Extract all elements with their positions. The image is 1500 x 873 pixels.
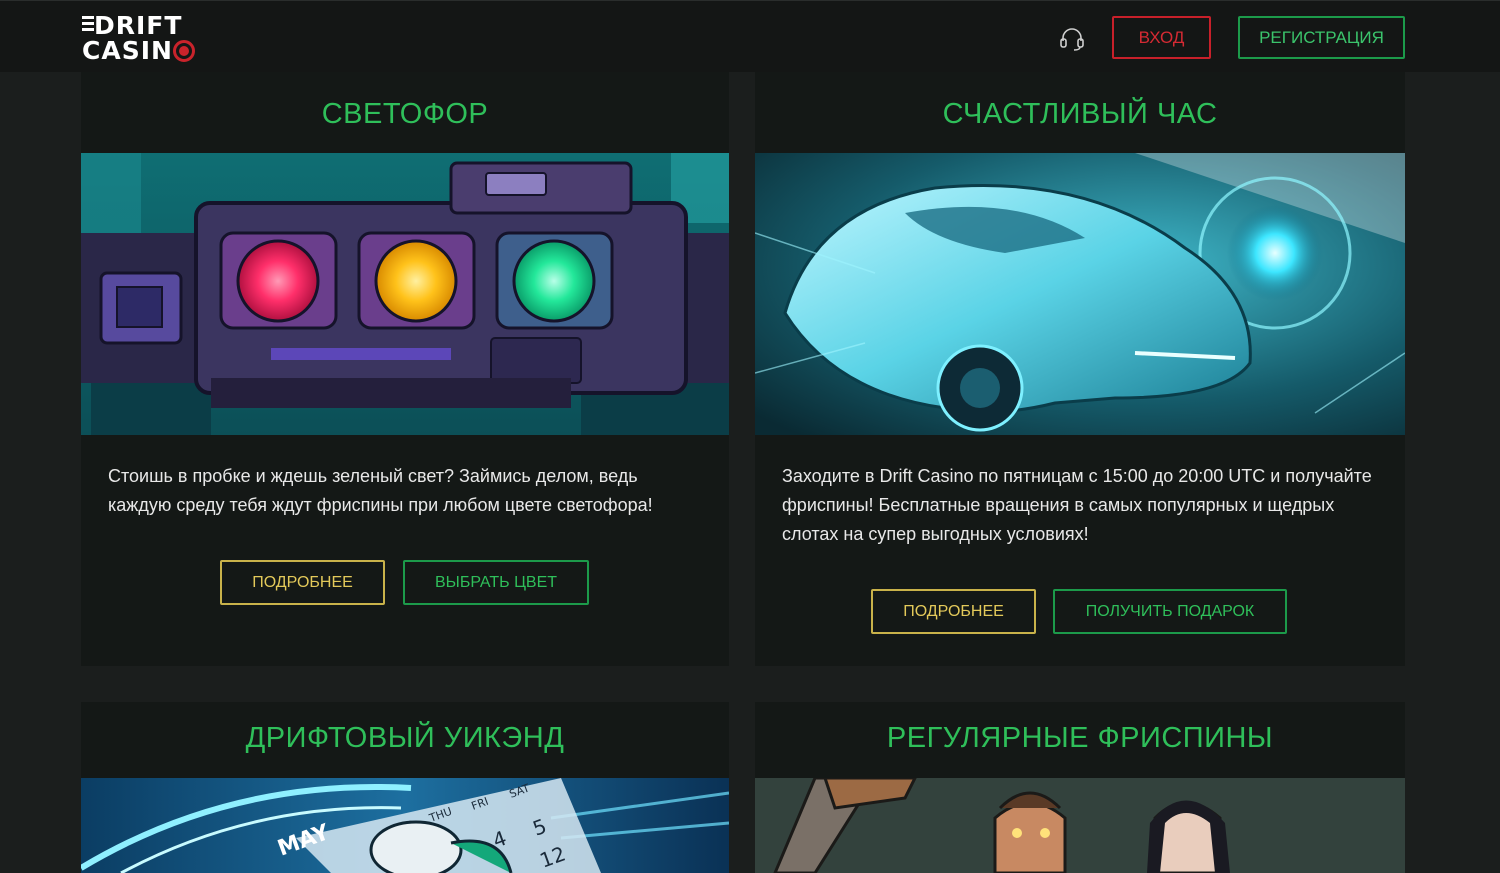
- traffic-light-image: [81, 153, 729, 435]
- drift-weekend-calendar-image: MAY WED THU FRI SAT 4 5 12: [81, 778, 729, 873]
- more-details-button[interactable]: ПОДРОБНЕЕ: [871, 589, 1036, 634]
- regular-freespins-image: [755, 778, 1405, 873]
- happy-hour-car-image: [755, 153, 1405, 435]
- choose-color-button[interactable]: ВЫБРАТЬ ЦВЕТ: [403, 560, 589, 605]
- promo-title: ДРИФТОВЫЙ УИКЭНД: [245, 722, 565, 754]
- promo-card-regular-freespins: РЕГУЛЯРНЫЕ ФРИСПИНЫ: [755, 702, 1405, 873]
- promo-card-happy-hour: СЧАСТЛИВЫЙ ЧАС Заходите в Drift Casino п…: [755, 72, 1405, 666]
- promo-title: СВЕТОФОР: [321, 98, 489, 130]
- more-details-button[interactable]: ПОДРОБНЕЕ: [220, 560, 385, 605]
- promo-title: СЧАСТЛИВЫЙ ЧАС: [942, 98, 1218, 130]
- promo-card-traffic-light: СВЕТОФОР Стоишь в пробке и ждешь зеленый…: [81, 72, 729, 666]
- get-gift-button[interactable]: ПОЛУЧИТЬ ПОДАРОК: [1053, 589, 1287, 634]
- drift-casino-logo[interactable]: DRIFT CASIN: [82, 13, 202, 67]
- logo-text-drift: DRIFT: [94, 11, 183, 40]
- promo-card-drift-weekend: ДРИФТОВЫЙ УИКЭНД MAY WED THU FRI SAT 4 5…: [81, 702, 729, 873]
- login-button[interactable]: ВХОД: [1112, 16, 1211, 59]
- register-button[interactable]: РЕГИСТРАЦИЯ: [1238, 16, 1405, 59]
- logo-target-icon: [173, 40, 195, 62]
- top-header: DRIFT CASIN ВХОД РЕГИСТРАЦИЯ: [0, 0, 1500, 72]
- promo-description: Заходите в Drift Casino по пятницам с 15…: [782, 466, 1372, 544]
- promo-title: РЕГУЛЯРНЫЕ ФРИСПИНЫ: [886, 722, 1274, 754]
- promo-description: Стоишь в пробке и ждешь зеленый свет? За…: [108, 466, 653, 515]
- logo-stripes: [82, 16, 94, 34]
- support-headset-icon[interactable]: [1058, 26, 1086, 52]
